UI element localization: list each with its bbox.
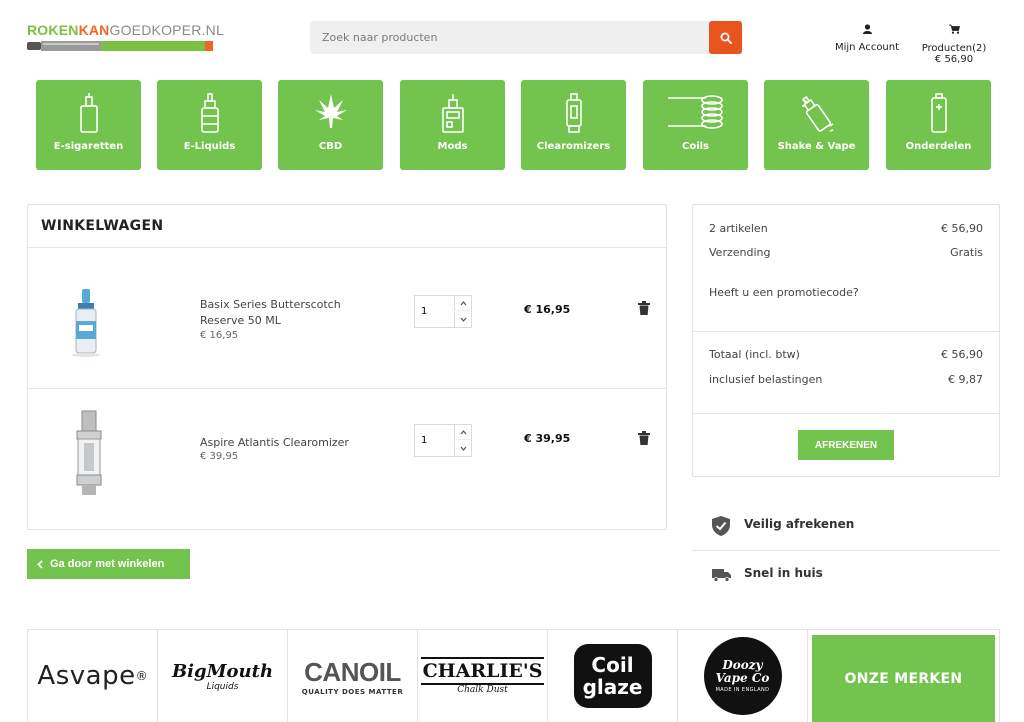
shopping-cart-panel: WINKELWAGEN Basix Series Butterscotch Re… (27, 204, 667, 530)
logo-text: ROKENKANGOEDKOPER.NL (27, 22, 224, 38)
shake-bottle-icon (801, 95, 833, 132)
quantity-increase-button[interactable] (454, 425, 471, 440)
header-cart-total: € 56,90 (934, 54, 974, 65)
search-button[interactable] (709, 21, 742, 54)
shield-check-icon (712, 516, 730, 536)
fast-delivery-info: Snel in huis (692, 551, 1000, 599)
cart-item-unit-price: € 39,95 (200, 451, 239, 462)
brand-logo-coil-glaze[interactable]: Coil glaze (548, 630, 678, 722)
cannabis-leaf-icon (314, 94, 347, 128)
trash-icon[interactable] (638, 301, 650, 315)
quantity-increase-button[interactable] (454, 296, 471, 311)
cart-item-total: € 16,95 (524, 303, 571, 316)
bottle-icon (200, 93, 219, 133)
divider (693, 413, 999, 414)
promo-code-link[interactable]: Heeft u een promotiecode? (709, 286, 983, 299)
cart-item: Basix Series Butterscotch Reserve 50 ML … (28, 249, 666, 379)
category-e-liquids[interactable]: E-Liquids (157, 80, 262, 170)
secure-checkout-info: Veilig afrekenen (692, 502, 1000, 550)
brand-carousel: Asvape ® BigMouth Liquids CANOIL QUALITY … (27, 629, 1000, 722)
search-icon (720, 32, 732, 44)
cart-item-total: € 39,95 (524, 432, 571, 445)
cart-item: Aspire Atlantis Clearomizer € 39,95 € 39… (28, 389, 666, 519)
chevron-down-icon (460, 446, 466, 451)
battery-icon (930, 93, 947, 133)
category-e-sigaretten[interactable]: E-sigaretten (36, 80, 141, 170)
shopping-cart-icon (948, 24, 960, 34)
summary-articles-row: 2 artikelen € 56,90 (709, 222, 983, 235)
e-cigarette-logo-graphic (27, 41, 213, 51)
our-brands-button[interactable]: ONZE MERKEN (812, 635, 995, 722)
quantity-decrease-button[interactable] (454, 441, 471, 456)
trash-icon[interactable] (638, 431, 650, 445)
summary-total-row: Totaal (incl. btw) € 56,90 (709, 348, 983, 361)
divider (693, 331, 999, 332)
brand-logo-canoil[interactable]: CANOIL QUALITY DOES MATTER (288, 630, 418, 722)
search-input[interactable] (310, 21, 709, 54)
order-summary: 2 artikelen € 56,90 Verzending Gratis He… (692, 204, 1000, 477)
header-cart-link[interactable]: Producten(2) € 56,90 (912, 24, 996, 65)
search-bar (310, 21, 742, 54)
summary-shipping-row: Verzending Gratis (709, 246, 983, 259)
my-account-label: Mijn Account (834, 42, 900, 53)
product-image-clearomizer[interactable] (44, 409, 134, 501)
category-coils[interactable]: Coils (643, 80, 748, 170)
checkout-button[interactable]: AFREKENEN (798, 430, 894, 460)
quantity-stepper (414, 424, 472, 457)
cart-item-name[interactable]: Aspire Atlantis Clearomizer (200, 435, 370, 451)
chevron-up-icon (460, 429, 466, 434)
cart-item-name[interactable]: Basix Series Butterscotch Reserve 50 ML (200, 297, 370, 329)
header-cart-count: Producten(2) (921, 43, 987, 54)
user-icon (862, 24, 872, 34)
cart-title: WINKELWAGEN (41, 218, 164, 234)
quantity-stepper (414, 295, 472, 328)
brand-logo-bigmouth[interactable]: BigMouth Liquids (158, 630, 288, 722)
my-account-link[interactable]: Mijn Account (830, 24, 904, 53)
doozy-badge: Doozy Vape Co MADE IN ENGLAND (703, 637, 782, 715)
clearomizer-icon (565, 93, 582, 133)
divider (28, 247, 666, 248)
category-onderdelen[interactable]: Onderdelen (886, 80, 991, 170)
category-nav: E-sigaretten E-Liquids CBD Mods Clearomi… (36, 80, 992, 170)
quantity-input[interactable] (415, 425, 455, 456)
quantity-input[interactable] (415, 296, 455, 327)
quantity-decrease-button[interactable] (454, 312, 471, 327)
chevron-left-icon (37, 559, 43, 569)
continue-shopping-button[interactable]: Ga door met winkelen (27, 549, 190, 579)
truck-icon (712, 569, 731, 582)
category-cbd[interactable]: CBD (278, 80, 383, 170)
category-shake-vape[interactable]: Shake & Vape (764, 80, 869, 170)
chevron-up-icon (460, 300, 466, 305)
brand-logo-charlies-chalk-dust[interactable]: CHARLIE'S Chalk Dust (418, 630, 548, 722)
chevron-down-icon (460, 317, 466, 322)
brand-logo-doozy-vape[interactable]: Doozy Vape Co MADE IN ENGLAND (678, 630, 808, 722)
mod-box-icon (441, 94, 464, 133)
category-clearomizers[interactable]: Clearomizers (521, 80, 626, 170)
e-cigarette-icon (79, 93, 98, 133)
cart-item-unit-price: € 16,95 (200, 330, 239, 341)
site-logo[interactable]: ROKENKANGOEDKOPER.NL (27, 22, 224, 56)
product-image-liquid-bottle[interactable] (44, 287, 134, 359)
brand-logo-asvape[interactable]: Asvape ® (28, 630, 158, 722)
coil-icon (667, 95, 723, 129)
category-mods[interactable]: Mods (400, 80, 505, 170)
summary-tax-row: inclusief belastingen € 9,87 (709, 373, 983, 386)
